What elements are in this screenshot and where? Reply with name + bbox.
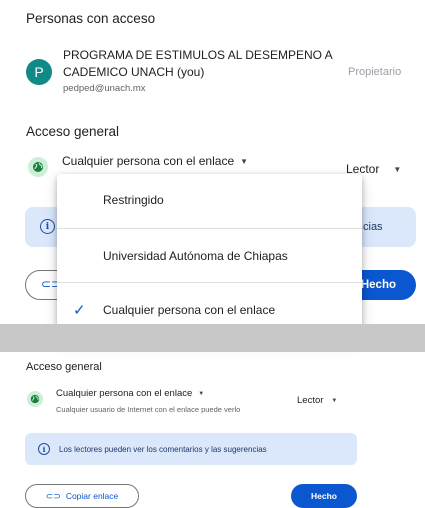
access-dropdown-menu: Restringido Universidad Autónoma de Chia…: [57, 174, 362, 338]
info-banner-text: cias: [363, 221, 383, 233]
bottom-role-label: Lector: [297, 395, 324, 406]
caret-down-icon: ▼: [393, 164, 402, 174]
caret-down-icon: ▼: [331, 397, 338, 404]
link-icon: ⊂⊃: [45, 490, 61, 501]
people-section-heading: Personas con acceso: [26, 11, 156, 26]
check-icon: ✓: [73, 302, 86, 319]
screenshot-separator: [0, 324, 425, 352]
owner-avatar: P: [26, 59, 52, 85]
bottom-role-select[interactable]: Lector ▼: [297, 395, 337, 406]
general-access-select[interactable]: Cualquier persona con el enlace ▼: [62, 154, 248, 168]
bottom-access-select-label: Cualquier persona con el enlace: [56, 388, 193, 399]
globe-icon: [27, 391, 43, 407]
bottom-access-select[interactable]: Cualquier persona con el enlace ▼: [56, 388, 204, 399]
menu-item-organization[interactable]: Universidad Autónoma de Chiapas: [57, 230, 362, 282]
bottom-copy-link-button[interactable]: ⊂⊃ Copiar enlace: [25, 484, 139, 508]
info-icon: i: [38, 443, 50, 455]
bottom-general-access-heading: Acceso general: [26, 361, 102, 373]
bottom-info-text: Los lectores pueden ver los comentarios …: [59, 444, 267, 454]
bottom-info-banner: i Los lectores pueden ver los comentario…: [25, 433, 357, 465]
caret-down-icon: ▼: [198, 390, 205, 397]
bottom-access-description: Cualquier usuario de Internet con el enl…: [56, 405, 241, 414]
owner-name: PROGRAMA DE ESTIMULOS AL DESEMPENO A CAD…: [63, 48, 332, 79]
owner-role: Propietario: [348, 66, 402, 78]
menu-item-label: Restringido: [103, 193, 164, 207]
bottom-done-button[interactable]: Hecho: [291, 484, 357, 508]
menu-item-restricted[interactable]: Restringido: [57, 174, 362, 226]
bottom-copy-link-label: Copiar enlace: [65, 491, 119, 501]
bottom-done-label: Hecho: [311, 491, 337, 501]
general-access-select-label: Cualquier persona con el enlace: [62, 154, 235, 168]
menu-divider: [57, 282, 362, 283]
menu-item-label: Cualquier persona con el enlace: [103, 303, 276, 317]
globe-icon: [28, 157, 48, 177]
caret-down-icon: ▼: [240, 156, 249, 166]
done-button-label: Hecho: [360, 279, 396, 291]
owner-email: pedped@unach.mx: [63, 83, 146, 94]
menu-item-label: Universidad Autónoma de Chiapas: [103, 249, 288, 263]
menu-divider: [57, 228, 362, 229]
info-icon: i: [40, 219, 55, 234]
general-access-heading: Acceso general: [26, 124, 120, 139]
